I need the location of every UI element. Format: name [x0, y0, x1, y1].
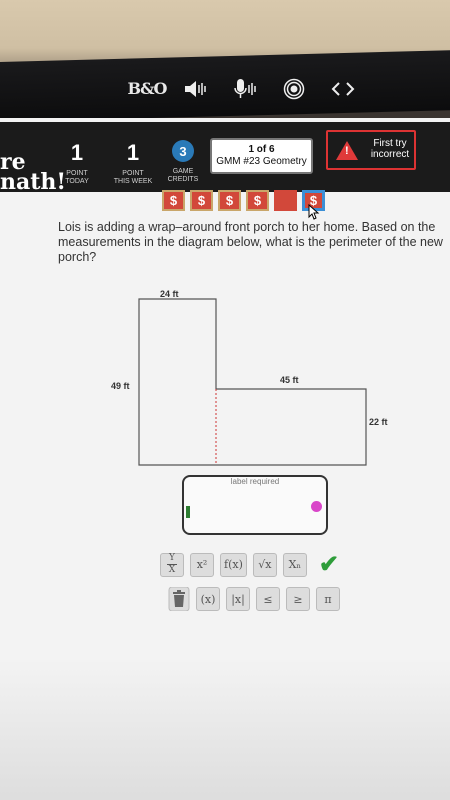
stat-points-week: 1 POINT THIS WEEK: [110, 140, 156, 186]
points-today-value: 1: [70, 140, 84, 165]
trash-icon[interactable]: [168, 586, 190, 612]
credit-token[interactable]: $: [246, 190, 269, 211]
credit-token[interactable]: [274, 190, 297, 211]
answer-input[interactable]: label required: [182, 475, 328, 535]
function-key[interactable]: f(x): [220, 552, 247, 577]
pi-key[interactable]: π: [316, 587, 340, 611]
label-inner-top: 45 ft: [280, 375, 299, 385]
bo-logo[interactable]: B&O: [128, 74, 168, 104]
game-credits-badge[interactable]: 3: [172, 140, 194, 162]
progress-text: 1 of 6: [248, 144, 275, 155]
greater-equal-key[interactable]: ≥: [286, 587, 310, 611]
warning-icon-mark: !: [345, 145, 349, 157]
code-brackets-icon[interactable]: [326, 74, 360, 104]
assignment-title: GMM #23 Geometry: [216, 156, 307, 167]
parentheses-key[interactable]: (x): [196, 587, 220, 611]
broadcast-icon[interactable]: [277, 74, 311, 104]
points-today-label1: POINT: [66, 170, 88, 177]
sqrt-key[interactable]: √x: [252, 552, 277, 577]
credit-token[interactable]: $: [190, 190, 213, 211]
subscript-key[interactable]: Xₙ: [282, 552, 307, 577]
brand-logo: re nath!: [0, 151, 67, 195]
question-text: Lois is adding a wrap–around front porch…: [58, 220, 443, 264]
exponent-key[interactable]: x²: [190, 552, 214, 577]
points-week-label2: THIS WEEK: [113, 178, 153, 185]
microphone-icon[interactable]: [228, 74, 262, 104]
text-caret: [186, 506, 190, 518]
game-credits-label1: GAME: [172, 168, 194, 175]
status-box: ! First try incorrect: [326, 130, 416, 170]
porch-outline: [138, 298, 367, 466]
submit-check-icon[interactable]: ✔: [319, 550, 339, 579]
label-right: 22 ft: [369, 417, 388, 427]
stat-points-today: 1 POINT TODAY: [60, 140, 94, 186]
credit-token[interactable]: $: [162, 190, 185, 211]
game-credits-label2: CREDITS: [167, 176, 199, 183]
answer-hint: label required: [230, 477, 280, 486]
credit-token[interactable]: $: [218, 190, 241, 211]
label-top: 24 ft: [160, 289, 179, 299]
points-today-label2: TODAY: [65, 178, 89, 185]
touch-bar: B&O: [128, 72, 360, 106]
input-status-dot: [311, 501, 322, 512]
absolute-value-key[interactable]: |x|: [226, 587, 250, 611]
less-equal-key[interactable]: ≤: [256, 587, 280, 611]
points-week-value: 1: [126, 140, 140, 165]
porch-diagram: 24 ft 49 ft 45 ft 22 ft: [111, 289, 388, 466]
stat-game-credits[interactable]: 3 GAME CREDITS: [162, 140, 204, 184]
speaker-volume-icon[interactable]: [179, 74, 213, 104]
assignment-box[interactable]: 1 of 6 GMM #23 Geometry: [210, 138, 313, 174]
fraction-key-den: X: [168, 565, 176, 575]
status-text: First try incorrect: [370, 138, 410, 160]
brand-line2: nath!: [0, 169, 67, 195]
label-left: 49 ft: [111, 381, 130, 391]
fraction-key-num: Y: [169, 553, 175, 563]
math-toolbar: YX x² f(x) √x Xₙ ✔ (x) |x| ≤ ≥ π: [160, 550, 370, 619]
points-week-label1: POINT: [122, 170, 144, 177]
credits-row: $ $ $ $ $: [162, 190, 325, 211]
fraction-key[interactable]: YX: [160, 552, 184, 577]
